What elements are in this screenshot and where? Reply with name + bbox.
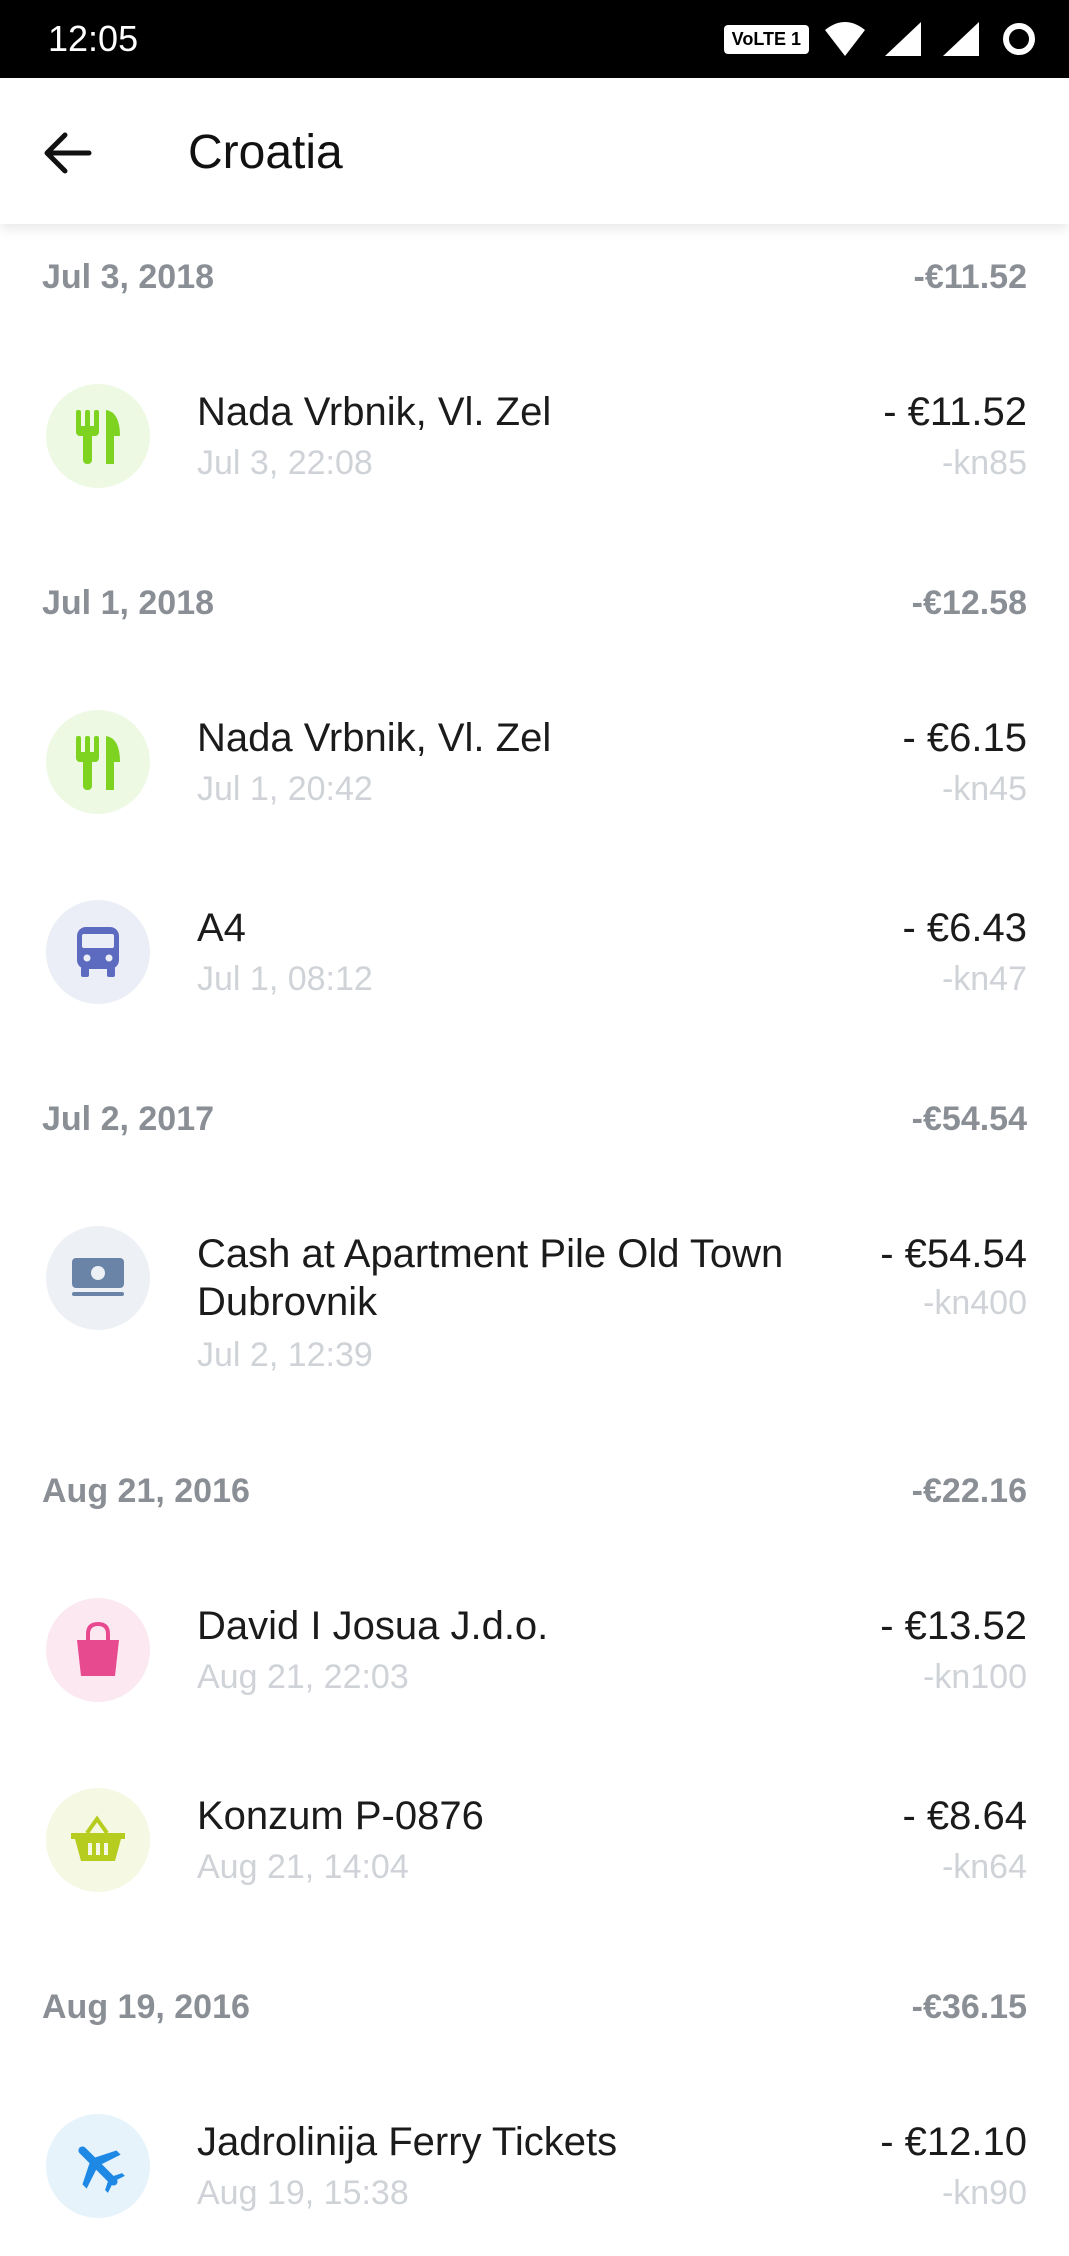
- page-title: Croatia: [188, 126, 343, 179]
- local-amount: -kn64: [941, 1848, 1027, 1886]
- transaction-list[interactable]: Jul 3, 2018 -€11.52 Nada Vrbnik, Vl. Zel…: [0, 224, 1069, 2256]
- signal-icon: [885, 22, 921, 56]
- wifi-icon: [825, 22, 865, 56]
- transaction-amount: - €12.10: [880, 2120, 1027, 2164]
- transaction-row[interactable]: Jadrolinija Ferry Tickets Aug 19, 15:38 …: [0, 2114, 1069, 2256]
- status-icons: VoLTE 1: [723, 18, 1041, 60]
- battery-ring-icon: [1003, 23, 1035, 55]
- cash-icon: [46, 1226, 150, 1330]
- section-header: Jul 2, 2017 -€54.54: [0, 1092, 1069, 1152]
- signal-icon: [943, 22, 979, 56]
- airplane-icon: [46, 2114, 150, 2218]
- local-amount: -kn45: [941, 770, 1027, 808]
- restaurant-icon: [46, 384, 150, 488]
- merchant-name: Jadrolinija Ferry Tickets: [197, 2120, 618, 2164]
- transaction-row[interactable]: Cash at Apartment Pile Old Town Dubrovni…: [0, 1226, 1069, 1426]
- section-date: Jul 3, 2018: [42, 258, 215, 296]
- section-total: -€22.16: [911, 1472, 1027, 1510]
- transaction-time: Aug 19, 15:38: [197, 2174, 409, 2212]
- transaction-time: Aug 21, 14:04: [197, 1848, 409, 1886]
- transaction-row[interactable]: David I Josua J.d.o. Aug 21, 22:03 - €13…: [0, 1598, 1069, 1748]
- merchant-name: Konzum P-0876: [197, 1794, 484, 1838]
- section-date: Jul 2, 2017: [42, 1100, 215, 1138]
- restaurant-icon: [46, 710, 150, 814]
- transaction-time: Jul 2, 12:39: [197, 1336, 373, 1374]
- section-date: Aug 21, 2016: [42, 1472, 250, 1510]
- status-time: 12:05: [48, 18, 139, 59]
- section-date: Aug 19, 2016: [42, 1988, 250, 2026]
- transaction-amount: - €54.54: [880, 1232, 1027, 1276]
- section-date: Jul 1, 2018: [42, 584, 215, 622]
- transaction-time: Aug 21, 22:03: [197, 1658, 409, 1696]
- back-button[interactable]: [32, 118, 102, 188]
- section-total: -€36.15: [911, 1988, 1027, 2026]
- transaction-time: Jul 1, 20:42: [197, 770, 373, 808]
- local-amount: -kn85: [941, 444, 1027, 482]
- section-total: -€12.58: [911, 584, 1027, 622]
- section-header: Jul 1, 2018 -€12.58: [0, 576, 1069, 636]
- section-total: -€54.54: [911, 1100, 1027, 1138]
- transaction-amount: - €11.52: [883, 390, 1027, 434]
- local-amount: -kn47: [941, 960, 1027, 998]
- transaction-amount: - €8.64: [902, 1794, 1027, 1838]
- local-amount: -kn400: [923, 1284, 1027, 1322]
- merchant-name: A4: [197, 906, 246, 950]
- transaction-amount: - €6.15: [902, 716, 1027, 760]
- arrow-left-icon: [44, 132, 92, 174]
- merchant-name: David I Josua J.d.o.: [197, 1604, 549, 1648]
- section-header: Jul 3, 2018 -€11.52: [0, 250, 1069, 310]
- transaction-row[interactable]: Konzum P-0876 Aug 21, 14:04 - €8.64 -kn6…: [0, 1788, 1069, 1938]
- transaction-row[interactable]: A4 Jul 1, 08:12 - €6.43 -kn47: [0, 900, 1069, 1050]
- local-amount: -kn100: [923, 1658, 1027, 1696]
- section-header: Aug 19, 2016 -€36.15: [0, 1980, 1069, 2040]
- transaction-row[interactable]: Nada Vrbnik, Vl. Zel Jul 1, 20:42 - €6.1…: [0, 710, 1069, 860]
- local-amount: -kn90: [941, 2174, 1027, 2212]
- transaction-time: Jul 3, 22:08: [197, 444, 373, 482]
- merchant-name: Cash at Apartment Pile Old Town Dubrovni…: [197, 1232, 784, 1324]
- section-total: -€11.52: [913, 258, 1027, 296]
- transaction-row[interactable]: Nada Vrbnik, Vl. Zel Jul 3, 22:08 - €11.…: [0, 384, 1069, 534]
- merchant-name: Nada Vrbnik, Vl. Zel: [197, 390, 552, 434]
- section-header: Aug 21, 2016 -€22.16: [0, 1464, 1069, 1524]
- basket-icon: [46, 1788, 150, 1892]
- shopping-bag-icon: [46, 1598, 150, 1702]
- bus-icon: [46, 900, 150, 1004]
- merchant-name: Nada Vrbnik, Vl. Zel: [197, 716, 552, 760]
- transaction-time: Jul 1, 08:12: [197, 960, 373, 998]
- app-bar: Croatia: [0, 78, 1069, 224]
- status-bar: 12:05 VoLTE 1: [0, 0, 1069, 78]
- volte-badge: VoLTE 1: [723, 24, 809, 54]
- transaction-amount: - €6.43: [902, 906, 1027, 950]
- transaction-amount: - €13.52: [880, 1604, 1027, 1648]
